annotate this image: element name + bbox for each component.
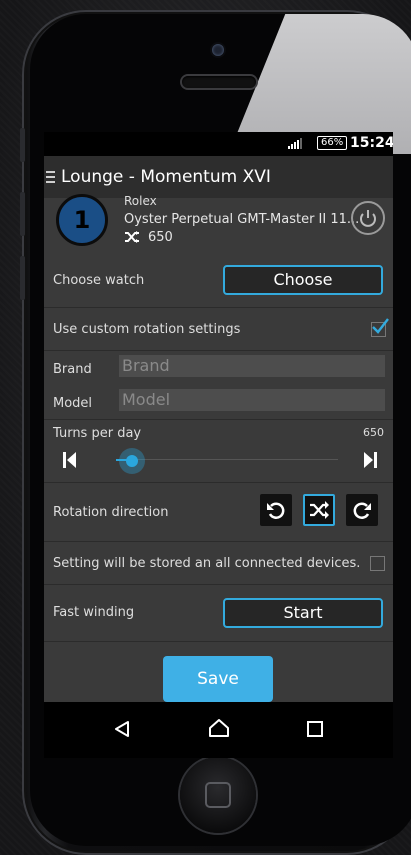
rotation-direction-row: Rotation direction: [44, 483, 393, 542]
status-bar: 66% 15:24: [44, 132, 393, 156]
fast-winding-row: Fast winding Start: [44, 585, 393, 642]
skip-forward-icon[interactable]: [363, 452, 377, 468]
clockwise-icon: [353, 502, 371, 519]
check-icon: [372, 318, 389, 334]
turns-per-day-label: Turns per day: [53, 426, 142, 441]
earpiece-speaker: [182, 76, 256, 88]
selected-watch: 1 Rolex Oyster Perpetual GMT-Master II 1…: [44, 194, 393, 252]
menu-icon[interactable]: [46, 171, 55, 186]
custom-rotation-checkbox[interactable]: [371, 318, 389, 337]
rotate-counterclockwise-button[interactable]: [260, 494, 292, 526]
watch-turns-value: 650: [148, 230, 173, 245]
turns-slider-track[interactable]: [116, 459, 338, 460]
rotate-both-button[interactable]: [303, 494, 335, 526]
counterclockwise-icon: [267, 502, 285, 519]
watch-model: Oyster Perpetual GMT-Master II 11...: [124, 212, 360, 227]
turns-per-day-row: Turns per day 650: [44, 420, 393, 483]
model-input[interactable]: Model: [119, 389, 385, 411]
store-setting-row: Setting will be stored an all connected …: [44, 542, 393, 585]
nav-bar: [44, 702, 393, 758]
choose-watch-row: Choose watch Choose: [44, 257, 393, 308]
store-setting-checkbox[interactable]: [370, 556, 385, 571]
watch-number-badge: 1: [56, 194, 108, 246]
start-button[interactable]: Start: [223, 598, 383, 628]
volume-up-button: [20, 192, 25, 236]
power-button[interactable]: [351, 201, 385, 235]
fast-winding-label: Fast winding: [53, 605, 135, 620]
status-time: 15:24: [350, 135, 393, 151]
app-title: Lounge - Momentum XVI: [61, 167, 271, 187]
home-square-icon: [205, 782, 231, 808]
custom-rotation-label: Use custom rotation settings: [53, 322, 241, 337]
power-icon: [360, 210, 376, 227]
shuffle-icon: [310, 501, 329, 519]
battery-indicator: 66%: [317, 136, 348, 150]
rotate-clockwise-button[interactable]: [346, 494, 378, 526]
save-button[interactable]: Save: [163, 656, 273, 702]
volume-down-button: [20, 256, 25, 300]
turns-slider-thumb[interactable]: [118, 448, 145, 474]
rotation-direction-label: Rotation direction: [53, 505, 169, 520]
turns-per-day-value: 650: [363, 426, 384, 439]
model-row: Model Model: [44, 385, 393, 420]
skip-back-icon[interactable]: [63, 452, 77, 468]
choose-watch-label: Choose watch: [53, 273, 145, 288]
home-icon[interactable]: [208, 718, 230, 738]
recent-apps-icon[interactable]: [307, 721, 323, 737]
custom-rotation-row: Use custom rotation settings: [44, 308, 393, 351]
brand-label: Brand: [53, 362, 92, 377]
watch-turns: 650: [124, 230, 173, 245]
app-bar: Lounge - Momentum XVI: [44, 156, 393, 198]
model-label: Model: [53, 396, 93, 411]
brand-row: Brand Brand: [44, 351, 393, 385]
signal-icon: [288, 138, 302, 149]
watch-brand: Rolex: [124, 194, 157, 208]
choose-button[interactable]: Choose: [223, 265, 383, 295]
shuffle-icon: [125, 231, 139, 243]
front-camera: [212, 44, 224, 56]
screen: 66% 15:24 Lounge - Momentum XVI 1 Rolex …: [44, 132, 393, 758]
brand-input[interactable]: Brand: [119, 355, 385, 377]
mute-switch: [20, 128, 25, 162]
back-icon[interactable]: [113, 720, 131, 738]
store-setting-label: Setting will be stored an all connected …: [53, 556, 361, 571]
home-button[interactable]: [180, 757, 256, 833]
